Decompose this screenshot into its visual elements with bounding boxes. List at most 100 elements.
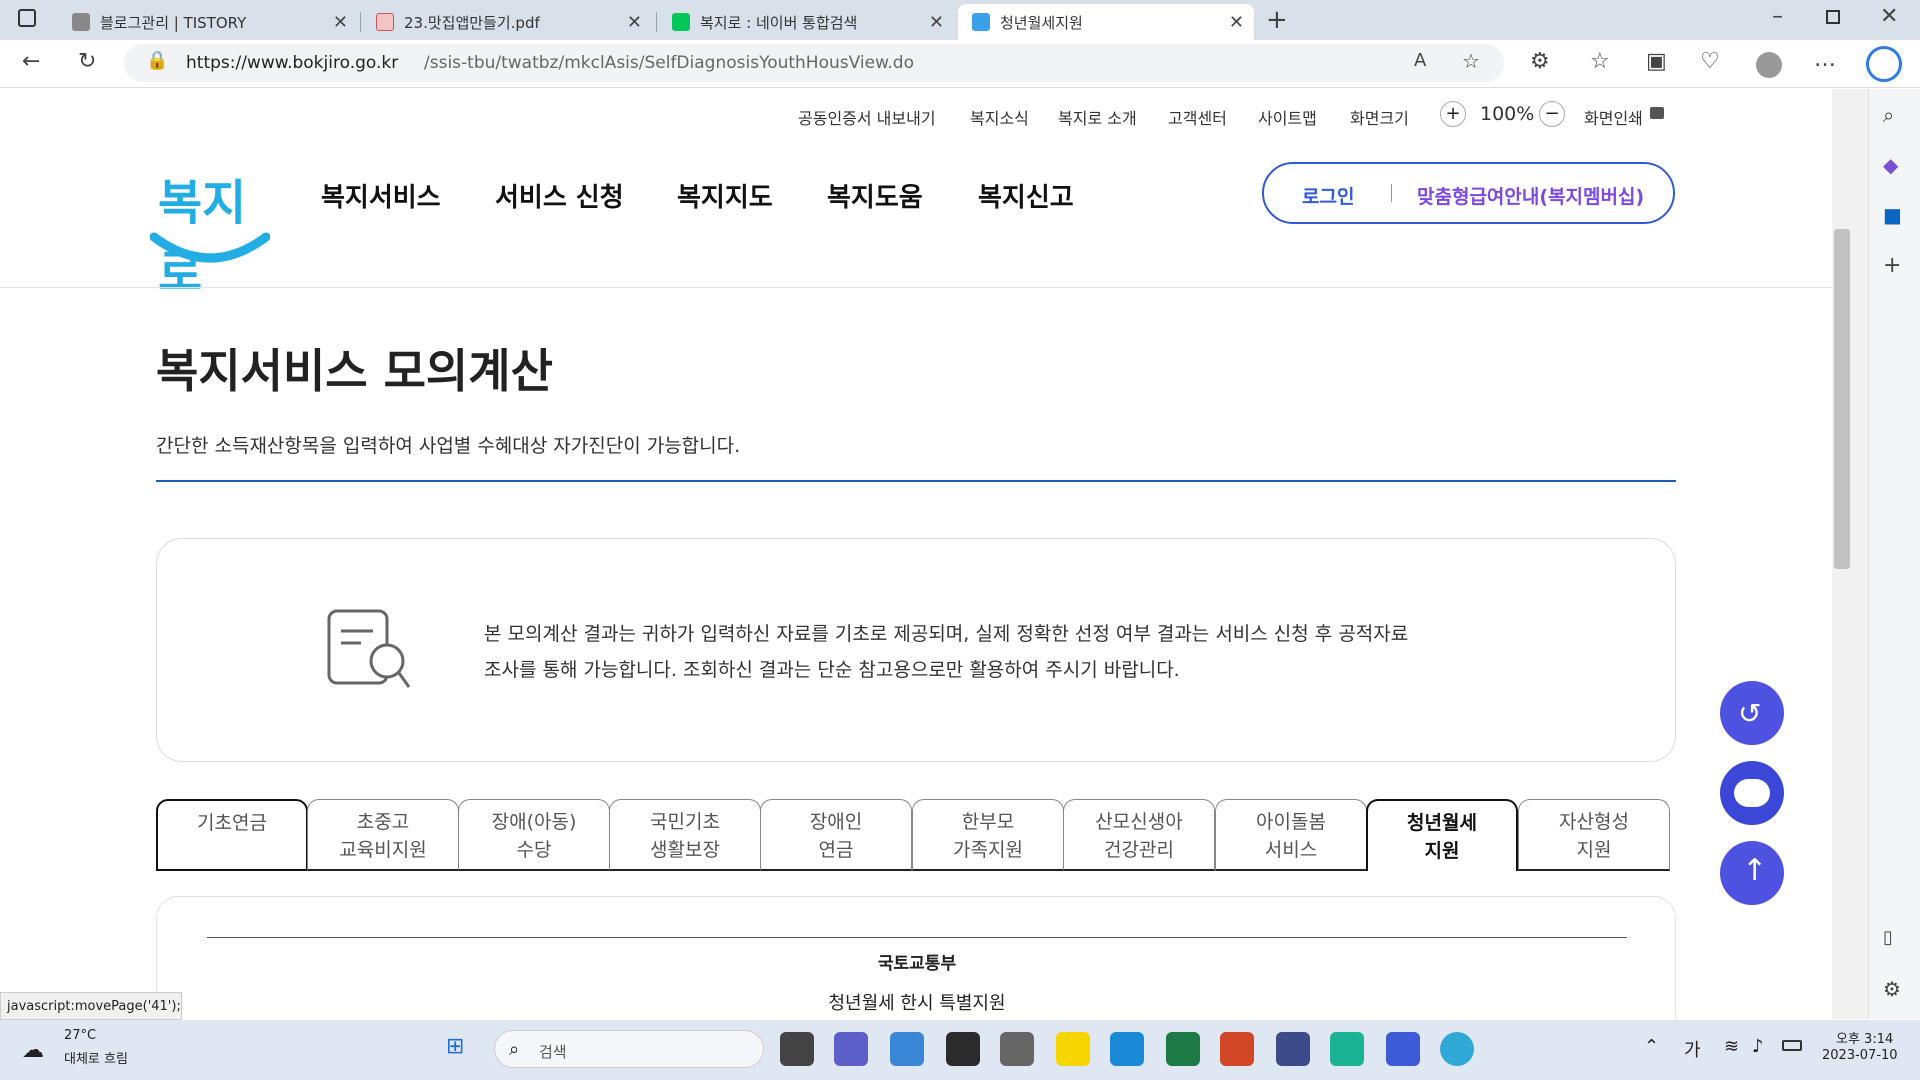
notice-line-1: 본 모의계산 결과는 귀하가 입력하신 자료를 기초로 제공되며, 실제 정확한…: [484, 623, 1409, 645]
read-aloud-icon[interactable]: A: [1414, 52, 1426, 70]
chat-icon[interactable]: [834, 1032, 868, 1066]
bing-copilot-icon[interactable]: [1866, 46, 1902, 82]
zoom-in-icon[interactable]: +: [1440, 101, 1466, 127]
scroll-top-button[interactable]: ↑: [1720, 841, 1784, 905]
bokjiro-favicon-icon: [972, 13, 990, 31]
maximize-icon[interactable]: [1826, 10, 1840, 24]
taskbar-search[interactable]: ⌕ 검색: [494, 1030, 764, 1068]
tab-single-parent[interactable]: 한부모 가족지원: [912, 799, 1064, 871]
tab-basic-livelihood[interactable]: 국민기초 생활보장: [609, 799, 761, 871]
search-icon: ⌕: [509, 1039, 520, 1060]
address-bar[interactable]: 🔒 https://www.bokjiro.go.kr /ssis-tbu/tw…: [124, 44, 1504, 82]
tab-tistory[interactable]: 블로그관리 | TISTORY ✕: [58, 4, 358, 40]
more-menu-icon[interactable]: …: [1814, 49, 1836, 71]
nav-welfare-report[interactable]: 복지신고: [978, 177, 1074, 214]
bokjiro-logo[interactable]: 복지로: [150, 159, 270, 301]
clock-date[interactable]: 2023-07-10: [1822, 1048, 1898, 1063]
ime-indicator[interactable]: 가: [1684, 1036, 1701, 1062]
util-about[interactable]: 복지로 소개: [1058, 105, 1137, 129]
notice-box: 본 모의계산 결과는 귀하가 입력하신 자료를 기초로 제공되며, 실제 정확한…: [156, 538, 1676, 762]
close-tab-icon[interactable]: ✕: [929, 12, 944, 33]
sidebar-add-icon[interactable]: +: [1883, 255, 1901, 277]
photos-icon[interactable]: [890, 1032, 924, 1066]
calculator-icon[interactable]: [1000, 1032, 1034, 1066]
printer-icon[interactable]: [1650, 107, 1664, 119]
chatbot-button[interactable]: [1720, 761, 1784, 825]
nav-welfare-service[interactable]: 복지서비스: [321, 177, 441, 214]
kakaotalk-icon[interactable]: [1056, 1032, 1090, 1066]
login-button[interactable]: 로그인: [1302, 182, 1354, 209]
scrollbar-thumb[interactable]: [1834, 229, 1850, 569]
wifi-icon[interactable]: ≋: [1724, 1036, 1739, 1057]
extensions-icon[interactable]: ⚙: [1530, 51, 1550, 73]
tab-disabled-child[interactable]: 장애(아동) 수당: [458, 799, 610, 871]
task-view-icon[interactable]: [780, 1032, 814, 1066]
green-app-icon[interactable]: [1330, 1032, 1364, 1066]
tab-pdf[interactable]: 23.맛집앱만들기.pdf ✕: [362, 4, 652, 40]
x-app-icon[interactable]: [1276, 1032, 1310, 1066]
clock-time[interactable]: 오후 3:14: [1836, 1028, 1893, 1047]
weather-cloud-icon: ☁: [22, 1038, 44, 1063]
vertical-scrollbar[interactable]: [1832, 89, 1868, 1019]
performance-icon[interactable]: ♡: [1700, 51, 1720, 73]
nav-welfare-map[interactable]: 복지지도: [677, 177, 773, 214]
login-membership-box: 로그인 맞춤형급여안내(복지멤버십): [1262, 162, 1675, 224]
sticky-notes-icon[interactable]: [946, 1032, 980, 1066]
browser-tab-bar: 블로그관리 | TISTORY ✕ 23.맛집앱만들기.pdf ✕ 복지로 : …: [0, 0, 1920, 40]
s-app-icon[interactable]: [1386, 1032, 1420, 1066]
collections-icon[interactable]: ▣: [1646, 51, 1667, 73]
chatbot-mascot-icon: [1734, 779, 1770, 807]
sidebar-settings-gear-icon[interactable]: ⚙: [1883, 979, 1901, 999]
tab-school-education[interactable]: 초중고 교육비지원: [307, 799, 459, 871]
tab-actions-icon[interactable]: [18, 9, 36, 27]
minimize-icon[interactable]: –: [1772, 6, 1783, 28]
sidebar-outlook-icon[interactable]: ■: [1883, 205, 1902, 225]
battery-icon[interactable]: [1782, 1040, 1802, 1051]
close-tab-icon[interactable]: ✕: [333, 12, 348, 33]
util-sitemap[interactable]: 사이트맵: [1258, 105, 1317, 129]
history-button[interactable]: ↺: [1720, 681, 1784, 745]
refresh-icon[interactable]: ↻: [78, 51, 96, 73]
util-customer-center[interactable]: 고객센터: [1168, 105, 1227, 129]
weather-temp[interactable]: 27°C: [64, 1028, 96, 1043]
tab-disability-pension[interactable]: 장애인 연금: [760, 799, 912, 871]
tab-childcare[interactable]: 아이돌봄 서비스: [1215, 799, 1367, 871]
start-windows-icon[interactable]: ⊞: [446, 1034, 476, 1064]
membership-button[interactable]: 맞춤형급여안내(복지멤버십): [1417, 182, 1644, 209]
edge-browser-icon[interactable]: [1440, 1032, 1474, 1066]
util-cert-export[interactable]: 공동인증서 내보내기: [798, 105, 936, 129]
zoom-out-icon[interactable]: −: [1539, 101, 1565, 127]
favorite-star-icon[interactable]: ☆: [1462, 51, 1480, 71]
close-tab-icon[interactable]: ✕: [627, 12, 642, 33]
sidebar-layout-icon[interactable]: ▯: [1883, 929, 1893, 947]
sidebar-search-icon[interactable]: ⌕: [1883, 105, 1894, 125]
page-title: 복지서비스 모의계산: [156, 344, 553, 398]
back-icon[interactable]: ←: [22, 51, 40, 73]
print-button[interactable]: 화면인쇄: [1584, 105, 1643, 129]
close-tab-icon[interactable]: ✕: [1229, 12, 1244, 33]
tab-youth-rent[interactable]: 청년월세 지원: [1366, 799, 1518, 871]
status-bar-link: javascript:movePage('41');: [0, 992, 182, 1020]
sidebar-copilot-icon[interactable]: ◆: [1883, 155, 1898, 175]
office-app-icon[interactable]: [1110, 1032, 1144, 1066]
new-tab-icon[interactable]: +: [1266, 7, 1288, 33]
nav-service-apply[interactable]: 서비스 신청: [495, 177, 624, 214]
nav-welfare-help[interactable]: 복지도움: [827, 177, 923, 214]
tab-basic-pension[interactable]: 기초연금: [156, 799, 308, 871]
powerpoint-icon[interactable]: [1220, 1032, 1254, 1066]
program-name: 청년월세 한시 특별지원: [828, 993, 1006, 1014]
weather-desc[interactable]: 대체로 흐림: [64, 1048, 128, 1067]
tab-naver[interactable]: 복지로 : 네이버 통합검색 ✕: [658, 4, 954, 40]
close-window-icon[interactable]: ✕: [1880, 6, 1898, 28]
favorites-icon[interactable]: ☆: [1590, 51, 1610, 73]
url-path: /ssis-tbu/twatbz/mkclAsis/SelfDiagnosisY…: [424, 53, 915, 73]
volume-icon[interactable]: ♪: [1752, 1036, 1764, 1057]
profile-avatar[interactable]: [1756, 52, 1782, 78]
history-clock-icon: ↺: [1738, 697, 1762, 730]
util-news[interactable]: 복지소식: [970, 105, 1029, 129]
tab-maternal-newborn[interactable]: 산모신생아 건강관리: [1063, 799, 1215, 871]
tab-asset-building[interactable]: 자산형성 지원: [1518, 799, 1670, 871]
tab-active-youth-rent[interactable]: 청년월세지원 ✕: [958, 4, 1254, 40]
excel-icon[interactable]: [1166, 1032, 1200, 1066]
tray-chevron-up-icon[interactable]: ⌃: [1644, 1036, 1659, 1057]
